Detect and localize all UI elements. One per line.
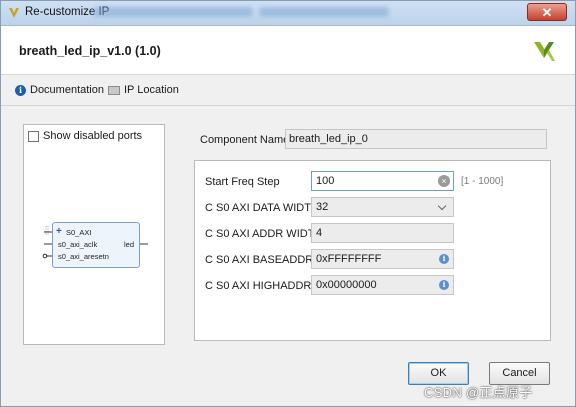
folder-icon: [108, 85, 120, 95]
addr-width-value: 4: [316, 227, 323, 239]
baseaddr-field[interactable]: 0xFFFFFFFF i: [311, 249, 454, 269]
show-disabled-ports-label: Show disabled ports: [43, 130, 143, 142]
interface-label: S0_AXI: [66, 228, 92, 237]
info-icon: i: [15, 84, 26, 96]
highaddr-field[interactable]: 0x00000000 i: [311, 275, 454, 295]
toolbar: i Documentation IP Location: [1, 75, 575, 106]
documentation-label: Documentation: [30, 84, 104, 96]
ip-title: breath_led_ip_v1.0 (1.0): [19, 44, 161, 58]
ip-symbol-panel: Show disabled ports + S0_AXI s0_axi_aclk…: [23, 124, 165, 345]
info-icon[interactable]: i: [439, 254, 449, 264]
baseaddr-value: 0xFFFFFFFF: [316, 253, 382, 265]
title-bar[interactable]: Re-customize IP ✕: [1, 1, 575, 26]
param-label-data-width: C S0 AXI DATA WIDTH: [205, 202, 319, 214]
param-label-highaddr: C S0 AXI HIGHADDR: [205, 280, 312, 292]
data-width-value: 32: [316, 201, 329, 213]
start-freq-step-input[interactable]: 100 ×: [311, 171, 454, 191]
close-icon: ✕: [541, 5, 553, 20]
show-disabled-ports-toggle[interactable]: Show disabled ports: [28, 130, 142, 142]
component-name-label: Component Name: [200, 134, 290, 146]
header: breath_led_ip_v1.0 (1.0): [1, 26, 575, 75]
watermark: CSDN @正点原子: [424, 385, 533, 400]
param-label-start-freq-step: Start Freq Step: [205, 176, 280, 188]
ip-location-label: IP Location: [124, 84, 179, 96]
highaddr-value: 0x00000000: [316, 279, 377, 291]
vivado-logo-icon: [534, 42, 555, 61]
range-hint: [1 - 1000]: [461, 176, 504, 187]
data-width-select[interactable]: 32: [311, 197, 454, 217]
param-label-addr-width: C S0 AXI ADDR WIDTH: [205, 228, 323, 240]
dialog-window: Re-customize IP ✕ breath_led_ip_v1.0 (1.…: [0, 0, 576, 407]
close-button[interactable]: ✕: [527, 3, 567, 21]
addr-width-field[interactable]: 4: [311, 223, 454, 243]
documentation-menu[interactable]: i Documentation: [15, 84, 104, 96]
info-icon[interactable]: i: [439, 280, 449, 290]
param-label-baseaddr: C S0 AXI BASEADDR: [205, 254, 314, 266]
component-name-field[interactable]: breath_led_ip_0: [285, 129, 547, 149]
clear-icon[interactable]: ×: [438, 175, 450, 187]
ip-location-button[interactable]: IP Location: [108, 84, 179, 96]
vivado-app-icon: [9, 8, 19, 18]
start-freq-step-value: 100: [316, 175, 335, 187]
interface-plus-icon[interactable]: +: [56, 226, 62, 237]
port-aclk: s0_axi_aclk: [58, 240, 98, 249]
blurred-title-region: [93, 7, 253, 17]
port-led: led: [123, 240, 134, 249]
ip-block-symbol: + S0_AXI s0_axi_aclk s0_axi_aresetn led: [52, 222, 140, 268]
port-aresetn: s0_axi_aresetn: [58, 252, 109, 261]
blurred-title-region-2: [259, 7, 389, 17]
chevron-down-icon: [437, 201, 447, 211]
show-disabled-ports-checkbox[interactable]: [28, 130, 39, 142]
